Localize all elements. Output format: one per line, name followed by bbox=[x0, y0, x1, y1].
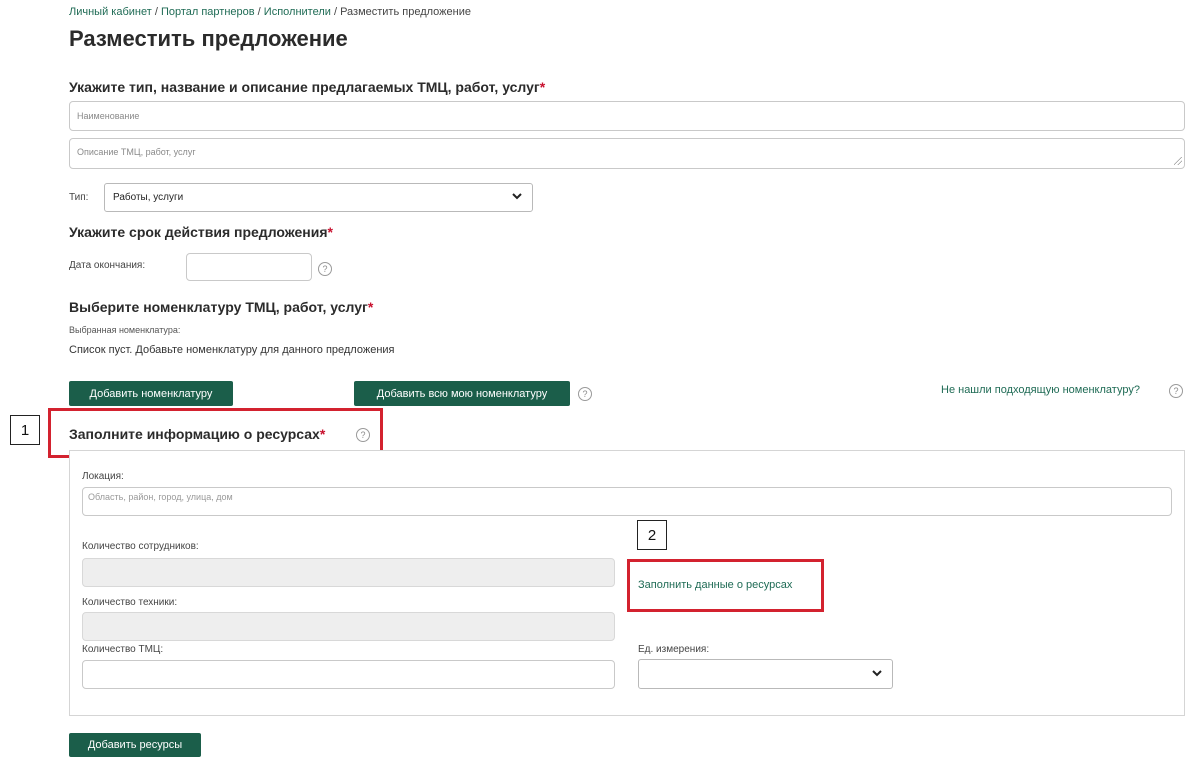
location-placeholder: Область, район, город, улица, дом bbox=[88, 492, 233, 502]
page-title: Разместить предложение bbox=[69, 26, 348, 51]
tmc-quantity-input[interactable] bbox=[82, 660, 615, 689]
not-found-nomenclature-link[interactable]: Не нашли подходящую номенклатуру? bbox=[941, 384, 1140, 396]
unit-label: Ед. измерения: bbox=[638, 644, 710, 655]
empty-list-text: Список пуст. Добавьте номенклатуру для д… bbox=[69, 344, 395, 356]
breadcrumb-link-partners[interactable]: Портал партнеров bbox=[161, 6, 255, 18]
breadcrumb-link-executors[interactable]: Исполнители bbox=[264, 6, 331, 18]
chevron-down-icon bbox=[512, 192, 522, 203]
employees-input bbox=[82, 558, 615, 587]
breadcrumb-separator: / bbox=[254, 6, 264, 18]
equipment-label: Количество техники: bbox=[82, 597, 178, 608]
required-mark: * bbox=[327, 224, 333, 240]
required-mark: * bbox=[367, 299, 374, 315]
type-select[interactable]: Работы, услуги bbox=[104, 183, 533, 212]
resize-grip-icon[interactable] bbox=[1174, 157, 1182, 165]
end-date-label: Дата окончания: bbox=[69, 260, 146, 271]
breadcrumb: Личный кабинет / Портал партнеров / Испо… bbox=[69, 6, 471, 18]
end-date-input[interactable] bbox=[186, 253, 312, 281]
breadcrumb-separator: / bbox=[151, 6, 161, 18]
add-nomenclature-button[interactable]: Добавить номенклатуру bbox=[69, 381, 233, 406]
required-mark: * bbox=[539, 79, 546, 95]
location-label: Локация: bbox=[82, 471, 124, 482]
question-circle-icon[interactable]: ? bbox=[1169, 384, 1183, 398]
type-select-value: Работы, услуги bbox=[113, 192, 184, 203]
nomenclature-heading-text: Выберите номенклатуру ТМЦ, работ, услуг bbox=[69, 299, 368, 315]
chevron-down-icon bbox=[872, 669, 882, 680]
breadcrumb-current: Разместить предложение bbox=[340, 6, 471, 18]
breadcrumb-link-cabinet[interactable]: Личный кабинет bbox=[69, 6, 152, 18]
resources-heading-text: Заполните информацию о ресурсах bbox=[69, 426, 320, 442]
fill-resources-link[interactable]: Заполнить данные о ресурсах bbox=[638, 579, 792, 591]
required-mark: * bbox=[319, 426, 326, 442]
validity-heading-text: Укажите срок действия предложения bbox=[69, 224, 328, 240]
breadcrumb-separator: / bbox=[330, 6, 341, 18]
selected-nomenclature-label: Выбранная номенклатура: bbox=[69, 325, 181, 335]
type-label: Тип: bbox=[69, 192, 89, 203]
name-input[interactable] bbox=[69, 101, 1185, 131]
add-resources-button[interactable]: Добавить ресурсы bbox=[69, 733, 201, 757]
nomenclature-section-heading: Выберите номенклатуру ТМЦ, работ, услуг* bbox=[69, 299, 373, 315]
offer-heading-text: Укажите тип, название и описание предлаг… bbox=[69, 79, 540, 95]
question-circle-icon[interactable]: ? bbox=[578, 387, 592, 401]
add-all-nomenclature-button[interactable]: Добавить всю мою номенклатуру bbox=[354, 381, 570, 406]
resources-section-heading: Заполните информацию о ресурсах* bbox=[69, 426, 325, 442]
description-textarea[interactable] bbox=[69, 138, 1185, 169]
validity-section-heading: Укажите срок действия предложения* bbox=[69, 224, 333, 240]
equipment-input bbox=[82, 612, 615, 641]
question-circle-icon[interactable]: ? bbox=[318, 262, 332, 276]
tmc-quantity-label: Количество ТМЦ: bbox=[82, 644, 164, 655]
annotation-marker-2: 2 bbox=[637, 520, 667, 550]
unit-select[interactable] bbox=[638, 659, 893, 689]
annotation-marker-1: 1 bbox=[10, 415, 40, 445]
employees-label: Количество сотрудников: bbox=[82, 541, 199, 552]
question-circle-icon[interactable]: ? bbox=[356, 428, 370, 442]
offer-section-heading: Укажите тип, название и описание предлаг… bbox=[69, 79, 545, 95]
